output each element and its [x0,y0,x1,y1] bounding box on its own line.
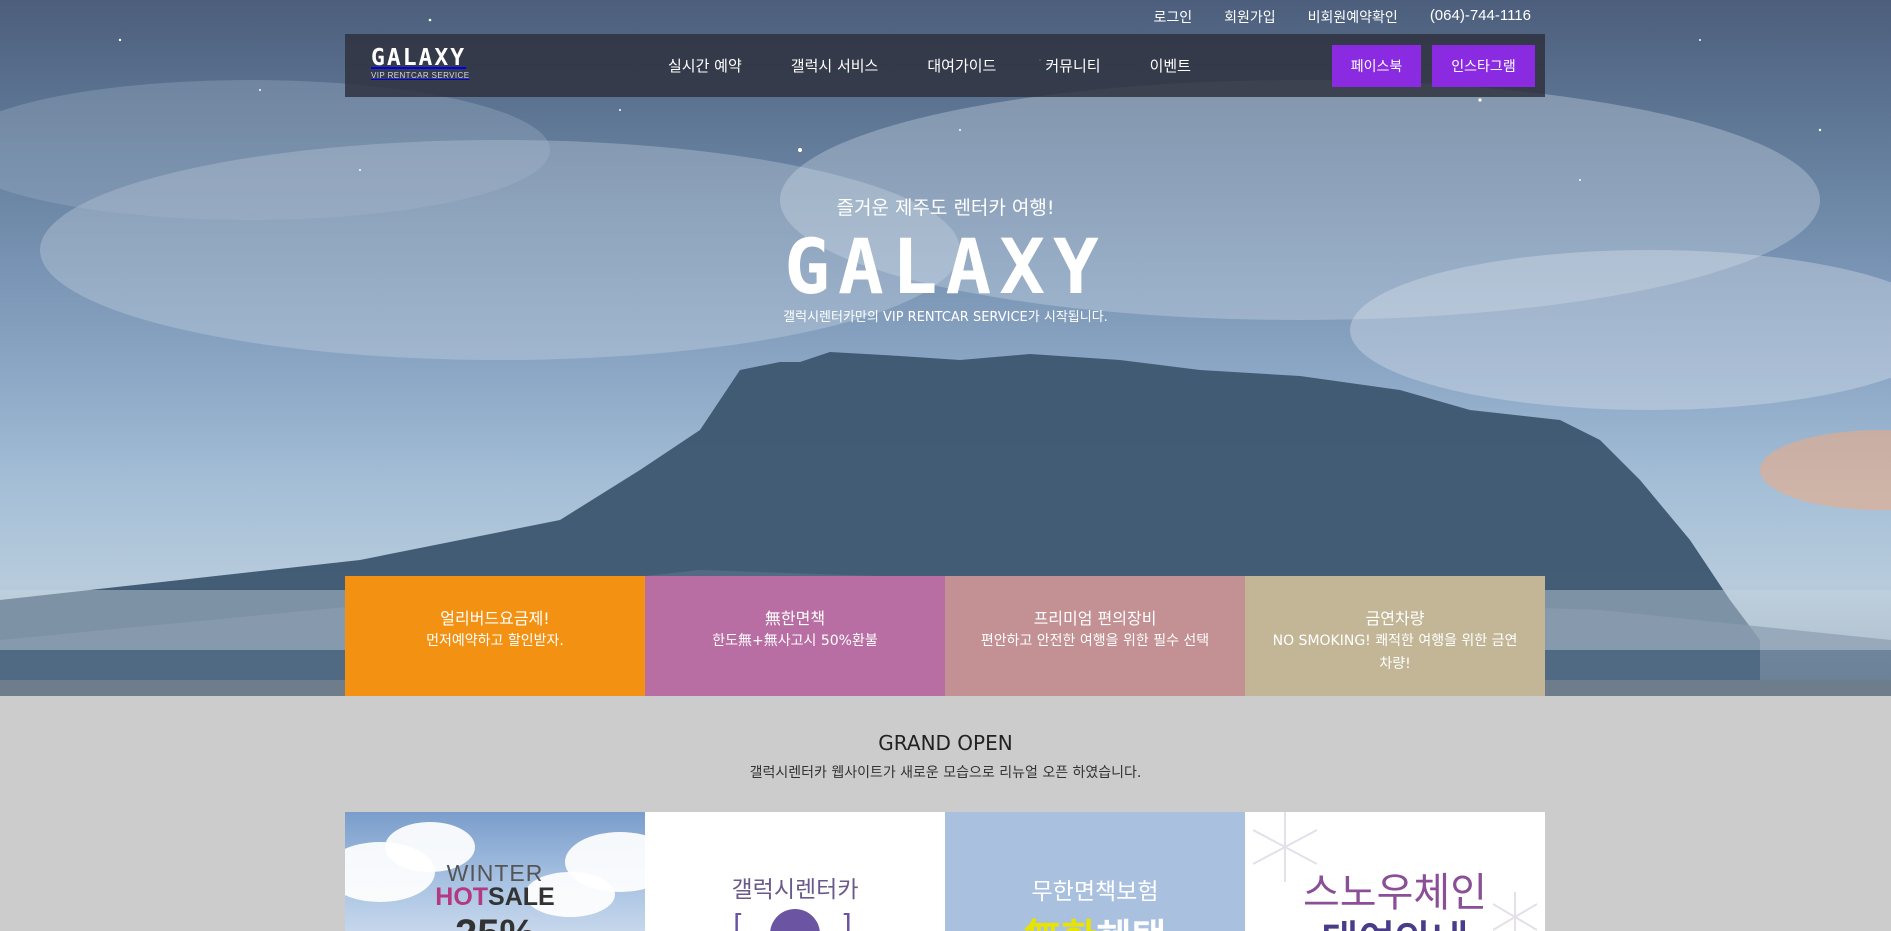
benefit-text: 혜택 [1097,916,1167,931]
utility-links: 로그인 회원가입 비회원예약확인 (064)-744-1116 [1153,7,1531,27]
grand-open-title: GRAND OPEN [878,731,1013,755]
login-link[interactable]: 로그인 [1153,7,1192,27]
instagram-button[interactable]: 인스타그램 [1432,45,1535,87]
promo-winter-hot-sale[interactable]: WINTER HOTSALE 25% [345,812,645,931]
guest-reservation-link[interactable]: 비회원예약확인 [1308,7,1398,27]
promo-hot-sale-text: HOTSALE [345,883,645,912]
promo-highlight: 無한혜택 [945,907,1245,931]
galaxy-logo[interactable]: GALAXY VIP RENTCAR SERVICE [371,46,481,82]
feature-premium-equipment[interactable]: 프리미엄 편의장비 편안하고 안전한 여행을 위한 필수 선택 [945,576,1245,696]
feature-title: 프리미엄 편의장비 [1033,609,1157,628]
bracket-left: [ [733,908,744,931]
feature-desc: 먼저예약하고 할인받자. [426,633,564,649]
hero-subtitle: 즐거운 제주도 렌터카 여행! [836,197,1055,219]
grand-open-subtitle: 갤럭시렌터카 웹사이트가 새로운 모습으로 리뉴얼 오픈 하였습니다. [749,765,1142,781]
highlight-text: 無한 [1024,916,1097,931]
circle-badge [770,909,820,931]
feature-non-smoking[interactable]: 금연차량 NO SMOKING! 쾌적한 여행을 위한 금연 차량! [1245,576,1545,696]
promo-title: 갤럭시렌터카 [731,877,859,903]
promo-galaxy-rentcar[interactable]: 갤럭시렌터카 [ ] [645,812,945,931]
nav-item-community[interactable]: 커뮤니티 [1045,55,1100,76]
nav-item-galaxy-service[interactable]: 갤럭시 서비스 [791,55,879,76]
promo-title: 무한면책보험 [1031,879,1159,905]
hero-banner: 로그인 회원가입 비회원예약확인 (064)-744-1116 GALAXY V… [0,0,1891,696]
nav-item-event[interactable]: 이벤트 [1150,55,1191,76]
sale-text: SALE [488,883,555,911]
logo-text: GALAXY [371,45,467,71]
nav-item-realtime-reservation[interactable]: 실시간 예약 [668,55,742,76]
sns-buttons: 페이스북 인스타그램 [1332,45,1535,87]
feature-unlimited-insurance[interactable]: 無한면책 한도無+無사고시 50%환불 [645,576,945,696]
promo-discount-text: 25% [345,912,645,931]
promo-subtitle: 대여안내 [1245,908,1545,931]
phone-number: (064)-744-1116 [1429,7,1531,24]
feature-desc: 편안하고 안전한 여행을 위한 필수 선택 [980,633,1210,649]
nav-item-rental-guide[interactable]: 대여가이드 [927,55,996,76]
promo-banners: WINTER HOTSALE 25% 갤럭시렌터카 [ ] 무한면책보험 無한혜… [345,812,1545,931]
feature-early-bird[interactable]: 얼리버드요금제! 먼저예약하고 할인받자. [345,576,645,696]
logo-subtext: VIP RENTCAR SERVICE [371,71,470,80]
promo-snow-chain[interactable]: 스노우체인 대여안내 [1245,812,1545,931]
nav-menu: 실시간 예약 갤럭시 서비스 대여가이드 커뮤니티 이벤트 [668,34,1191,97]
feature-title: 無한면책 [764,609,826,628]
hero-description: 갤럭시렌터카만의 VIP RENTCAR SERVICE가 시작됩니다. [783,310,1108,325]
feature-title: 얼리버드요금제! [440,609,550,628]
feature-desc: 한도無+無사고시 50%환불 [712,633,878,649]
feature-title: 금연차량 [1365,609,1425,628]
signup-link[interactable]: 회원가입 [1224,7,1276,27]
feature-boxes: 얼리버드요금제! 먼저예약하고 할인받자. 無한면책 한도無+無사고시 50%환… [345,576,1545,696]
promo-unlimited-insurance[interactable]: 무한면책보험 無한혜택 [945,812,1245,931]
feature-desc: NO SMOKING! 쾌적한 여행을 위한 금연 차량! [1272,633,1518,672]
hero-title: GALAXY [784,222,1107,311]
facebook-button[interactable]: 페이스북 [1332,45,1421,87]
bracket-right: ] [841,908,852,931]
hot-text: HOT [435,883,489,911]
main-navigation: GALAXY VIP RENTCAR SERVICE 실시간 예약 갤럭시 서비… [345,34,1545,97]
